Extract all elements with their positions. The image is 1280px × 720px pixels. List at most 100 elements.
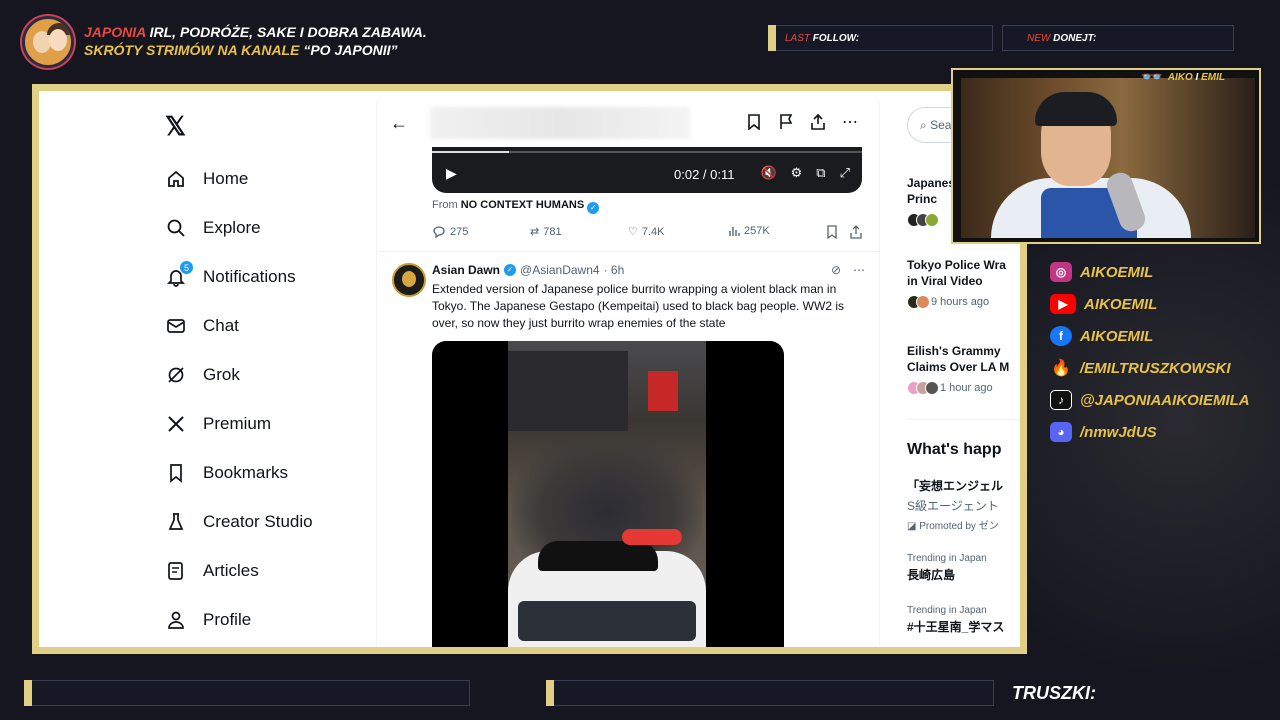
- share-button[interactable]: [850, 225, 862, 239]
- social-instagram-handle: AIKOEMIL: [1080, 263, 1154, 281]
- channel-tagline: JAPONIA IRL, PODRÓŻE, SAKE I DOBRA ZABAW…: [84, 23, 427, 59]
- grok-icon[interactable]: ⊘: [831, 263, 841, 277]
- bookmark-icon[interactable]: [745, 113, 763, 131]
- truszki-label: TRUSZKI:: [1012, 683, 1096, 703]
- news-title-line2: Princ: [907, 192, 938, 206]
- news-item[interactable]: Eilish's Grammy Claims Over LA M 1 hour a…: [907, 343, 1020, 395]
- promo-title: 「妄想エンジェル: [907, 479, 1004, 493]
- new-donejt-prefix: NEW: [1027, 33, 1051, 44]
- nav-item-articles[interactable]: Articles: [165, 551, 259, 591]
- author-handle[interactable]: @AsianDawn4: [520, 263, 600, 277]
- share-icon[interactable]: [809, 113, 827, 131]
- nav-item-grok[interactable]: Grok: [165, 355, 240, 395]
- news-time: 1 hour ago: [940, 382, 993, 394]
- repost-button[interactable]: ⇄ 781: [530, 225, 562, 239]
- news-title-line1: Tokyo Police Wra: [907, 258, 1006, 272]
- tweet-author-line: Asian Dawn ✓ @AsianDawn4 · 6h: [432, 263, 624, 277]
- flag-icon[interactable]: [777, 113, 795, 131]
- flame-icon: 🔥: [1051, 360, 1071, 377]
- bookmark-button[interactable]: [826, 225, 838, 239]
- views-button[interactable]: 257K: [728, 225, 770, 237]
- nav-item-creator-studio[interactable]: Creator Studio: [165, 502, 313, 542]
- bell-icon: 5: [165, 261, 193, 288]
- author-name[interactable]: Asian Dawn: [432, 263, 500, 277]
- whats-happening-heading: What's happ: [907, 441, 1002, 458]
- search-icon: [165, 217, 187, 239]
- new-donejt-label: DONEJT:: [1050, 33, 1097, 44]
- social-facebook-handle: AIKOEMIL: [1080, 327, 1154, 345]
- like-button[interactable]: ♡ 7.4K: [628, 225, 665, 239]
- x-logo-icon[interactable]: 𝕏: [165, 111, 186, 142]
- nav-label-notifications: Notifications: [203, 267, 296, 286]
- nav-label-articles: Articles: [203, 561, 259, 580]
- news-time: 9 hours ago: [931, 296, 990, 308]
- video-player-2[interactable]: [432, 341, 784, 647]
- instagram-icon: ◎: [1050, 262, 1072, 282]
- promoted-item[interactable]: 「妄想エンジェル S級エージェント ◪ Promoted by ゼン: [907, 475, 1020, 532]
- news-title-line2: in Viral Video: [907, 274, 983, 288]
- facebook-icon: f: [1050, 326, 1072, 346]
- nav-item-bookmarks[interactable]: Bookmarks: [165, 453, 288, 493]
- nav-item-notifications[interactable]: 5 Notifications: [165, 257, 296, 297]
- news-title-line2: Claims Over LA M: [907, 360, 1010, 374]
- social-links: ◎ AIKOEMIL ▶ AIKOEMIL f AIKOEMIL 🔥 /EMIL…: [1050, 256, 1250, 448]
- social-discord: ◕ /nmwJdUS: [1050, 416, 1250, 448]
- more-options-icon[interactable]: ⋯: [853, 263, 865, 277]
- nav-item-home[interactable]: Home: [165, 159, 248, 199]
- news-title-line1: Eilish's Grammy: [907, 344, 1001, 358]
- discord-icon: ◕: [1050, 422, 1072, 442]
- person-icon: [165, 609, 187, 631]
- video-player-1[interactable]: ▶ 0:02 / 0:11 🔇 ⚙ ⧉ ⤢: [432, 147, 862, 193]
- glasses-icon: 👓: [1140, 67, 1163, 87]
- grok-icon: [165, 364, 187, 386]
- news-item[interactable]: Tokyo Police Wra in Viral Video 9 hours a…: [907, 257, 1020, 309]
- home-icon: [165, 168, 187, 190]
- browser-capture-frame: 𝕏 Home Explore 5 Notifications Chat Grok: [32, 84, 1027, 654]
- trend-item[interactable]: Trending in Japan #十王星南_学マス: [907, 605, 1020, 635]
- webcam-tag-emil: EMIL: [1201, 72, 1225, 83]
- x-page: 𝕏 Home Explore 5 Notifications Chat Grok: [41, 101, 1020, 647]
- youtube-icon: ▶: [1050, 294, 1076, 314]
- nav-item-premium[interactable]: Premium: [165, 404, 271, 444]
- nav-item-profile[interactable]: Profile: [165, 600, 251, 640]
- tiktok-icon: ♪: [1050, 390, 1072, 410]
- mute-icon[interactable]: 🔇: [760, 165, 776, 181]
- nav-label-creator-studio: Creator Studio: [203, 512, 313, 531]
- avatar[interactable]: [392, 263, 426, 297]
- bottom-info-box-left: [24, 680, 470, 706]
- bottom-info-box-right: [546, 680, 994, 706]
- reply-count: 275: [450, 226, 469, 238]
- divider: [378, 251, 879, 252]
- social-youtube: ▶ AIKOEMIL: [1050, 288, 1250, 320]
- video-time: 0:02 / 0:11: [674, 167, 735, 182]
- social-discord-handle: /nmwJdUS: [1080, 423, 1157, 441]
- play-icon[interactable]: ▶: [446, 165, 457, 182]
- nav-item-explore[interactable]: Explore: [165, 208, 261, 248]
- news-avatars: [907, 213, 939, 227]
- pip-icon[interactable]: ⧉: [816, 165, 825, 181]
- tweet-time[interactable]: · 6h: [604, 263, 625, 277]
- nav-item-chat[interactable]: Chat: [165, 306, 239, 346]
- more-options-icon[interactable]: ⋯: [841, 113, 859, 131]
- webcam-tag-sep: I: [1192, 72, 1202, 83]
- back-arrow-icon[interactable]: ←: [390, 113, 408, 134]
- trend-title: #十王星南_学マス: [907, 620, 1005, 634]
- from-prefix: From: [432, 199, 461, 211]
- trend-item[interactable]: Trending in Japan 長崎広島: [907, 553, 1020, 583]
- reply-button[interactable]: 275: [432, 225, 468, 239]
- notifications-badge: 5: [180, 261, 193, 274]
- fullscreen-icon[interactable]: ⤢: [840, 165, 850, 181]
- post-header: ← ⋯: [378, 101, 879, 147]
- mail-icon: [165, 315, 187, 337]
- social-facebook: f AIKOEMIL: [1050, 320, 1250, 352]
- nav-label-explore: Explore: [203, 218, 261, 237]
- promo-attribution: ◪ Promoted by ゼン: [907, 521, 999, 532]
- tagline-line1: IRL, PODRÓŻE, SAKE I DOBRA ZABAWA.: [145, 24, 427, 40]
- promo-by: Promoted by ゼン: [919, 521, 999, 532]
- gear-icon[interactable]: ⚙: [791, 165, 803, 181]
- video-progress-bar[interactable]: [432, 151, 862, 153]
- article-icon: [165, 560, 187, 582]
- social-instagram: ◎ AIKOEMIL: [1050, 256, 1250, 288]
- news-avatars: [907, 381, 939, 395]
- source-account[interactable]: NO CONTEXT HUMANS: [461, 199, 584, 211]
